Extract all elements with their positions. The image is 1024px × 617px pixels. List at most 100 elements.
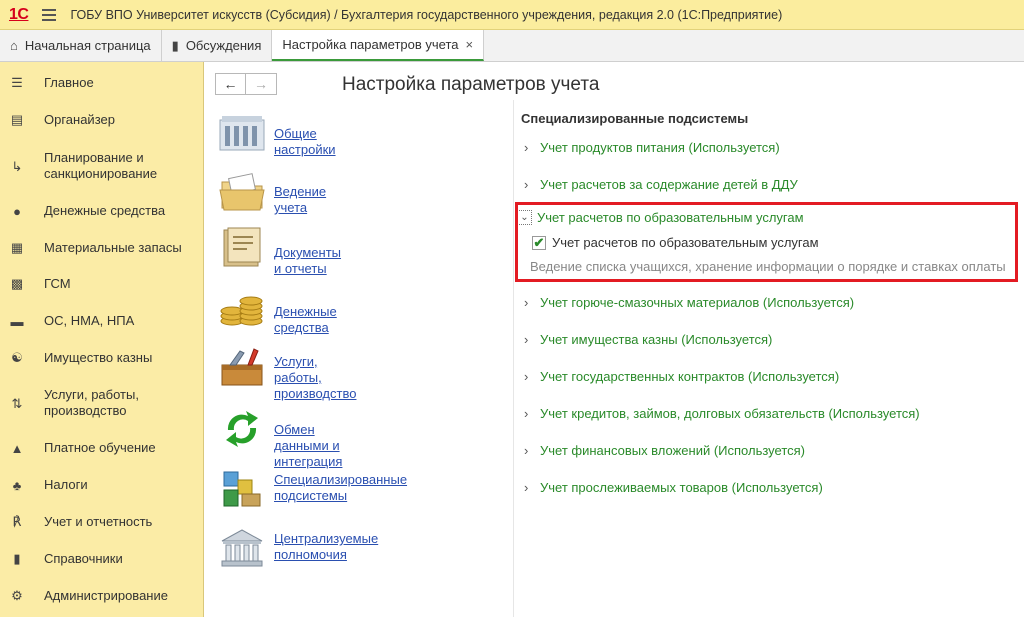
chevron-right-icon: › [524, 177, 529, 192]
temple-icon [221, 529, 263, 567]
section-link[interactable]: Ведение учета [274, 184, 326, 216]
folder-icon [219, 173, 265, 211]
section-documents[interactable]: Документы и отчеты [218, 226, 341, 276]
sidebar-item-references[interactable]: ▮ Справочники [0, 550, 204, 568]
subsystem-group-label: Учет расчетов за содержание детей в ДДУ [540, 177, 798, 192]
main-menu-icon[interactable] [42, 8, 57, 21]
sidebar-item-main[interactable]: ☰ Главное [0, 74, 204, 92]
education-settlements-checkbox[interactable]: ✔ [532, 235, 546, 250]
sidebar-item-organizer[interactable]: ▤ Органайзер [0, 111, 204, 129]
tab-discussions[interactable]: ▮ Обсуждения [162, 30, 273, 61]
blocks-icon [223, 471, 261, 507]
subsystem-group-label: Учет государственных контрактов (Использ… [540, 369, 840, 384]
section-general-settings[interactable]: Общие настройки [218, 112, 336, 157]
section-link[interactable]: Специализированные подсистемы [274, 472, 407, 504]
sidebar-item-inventory[interactable]: ▦ Материальные запасы [0, 239, 204, 257]
subsystem-group-label: Учет горюче-смазочных материалов (Исполь… [540, 295, 855, 310]
page-title: Настройка параметров учета [342, 74, 600, 95]
tab-home[interactable]: ⌂ Начальная страница [0, 30, 162, 61]
sync-icon [226, 411, 258, 447]
organizer-icon: ▤ [10, 112, 24, 127]
chevron-right-icon: › [524, 443, 529, 458]
tab-settings[interactable]: Настройка параметров учета × [272, 30, 485, 61]
sidebar-item-paid-education[interactable]: ▲ Платное обучение [0, 439, 204, 457]
documents-icon [223, 227, 261, 267]
sidebar-item-administration[interactable]: ⚙ Администрирование [0, 587, 204, 605]
chevron-right-icon: › [524, 140, 529, 155]
sidebar-item-label: Учет и отчетность [44, 514, 153, 529]
close-icon[interactable]: × [466, 37, 474, 52]
subsystem-group[interactable]: › Учет государственных контрактов (Исполь… [524, 369, 839, 384]
subsystem-group[interactable]: › Учет прослеживаемых товаров (Использует… [524, 480, 823, 495]
section-accounting[interactable]: Ведение учета [218, 172, 326, 215]
back-button[interactable]: ← [215, 73, 246, 95]
chat-icon: ▮ [171, 37, 179, 53]
sidebar-item-services[interactable]: ⇅ Услуги, работы, производство [0, 387, 204, 419]
1c-logo: 1С [9, 5, 29, 23]
money-icon: ● [13, 203, 21, 219]
sidebar-item-reporting[interactable]: ℟ Учет и отчетность [0, 513, 204, 531]
section-link[interactable]: Обмен данными и интеграция [274, 422, 342, 470]
chevron-down-icon[interactable]: ⌄ [517, 210, 532, 225]
subsystem-group[interactable]: › Учет кредитов, займов, долговых обязате… [524, 406, 920, 421]
menu-icon: ☰ [11, 75, 23, 90]
nav-buttons: ← → [215, 73, 277, 95]
sidebar-item-assets[interactable]: ▬ ОС, НМА, НПА [0, 312, 204, 330]
tab-discussions-label: Обсуждения [185, 38, 262, 53]
subsystem-group[interactable]: › Учет имущества казны (Используется) [524, 332, 772, 347]
section-specialized-subsystems[interactable]: Специализированные подсистемы [218, 468, 407, 510]
gear-icon: ⚙ [11, 588, 23, 603]
sidebar-item-label: Материальные запасы [44, 240, 182, 255]
title-bar: 1С ГОБУ ВПО Университет искусств (Субсид… [0, 0, 1024, 30]
subsystem-group-expanded[interactable]: ⌄ Учет расчетов по образовательным услуг… [517, 210, 804, 225]
home-icon: ⌂ [10, 38, 18, 53]
education-settlements-checkbox-row[interactable]: ✔ Учет расчетов по образовательным услуг… [532, 235, 819, 250]
toolbox-icon [221, 348, 263, 386]
graduation-icon: ▲ [10, 440, 24, 456]
subsystem-group[interactable]: › Учет продуктов питания (Используется) [524, 140, 780, 155]
section-data-exchange[interactable]: Обмен данными и интеграция [218, 408, 342, 469]
section-money[interactable]: Денежные средства [218, 287, 337, 335]
subsystem-group-label: Учет финансовых вложений (Используется) [540, 443, 806, 458]
section-link[interactable]: Централизуемые полномочия [274, 531, 378, 563]
sidebar-item-label: Главное [44, 75, 94, 90]
sidebar-item-label: Справочники [44, 551, 123, 566]
inventory-icon: ▦ [10, 240, 24, 255]
sidebar-item-taxes[interactable]: ♣ Налоги [0, 476, 204, 494]
subsystem-group-label: Учет расчетов по образовательным услугам [537, 210, 804, 225]
section-centralized-powers[interactable]: Централизуемые полномочия [218, 527, 378, 569]
subsystem-group[interactable]: › Учет расчетов за содержание детей в ДДУ [524, 177, 798, 192]
section-link[interactable]: Общие настройки [274, 126, 336, 158]
section-link[interactable]: Денежные средства [274, 304, 337, 336]
sidebar-item-label: ГСМ [44, 276, 71, 291]
sidebar-item-money[interactable]: ● Денежные средства [0, 202, 204, 220]
subsystem-group-label: Учет кредитов, займов, долговых обязател… [540, 406, 920, 421]
tab-settings-label: Настройка параметров учета [282, 37, 459, 52]
subsystem-group[interactable]: › Учет финансовых вложений (Используется) [524, 443, 805, 458]
chevron-right-icon: › [524, 295, 529, 310]
sidebar-item-fuel[interactable]: ▩ ГСМ [0, 275, 204, 293]
sidebar-item-label: Органайзер [44, 112, 115, 127]
section-link[interactable]: Документы и отчеты [274, 245, 341, 277]
subsystem-group[interactable]: › Учет горюче-смазочных материалов (Испол… [524, 295, 854, 310]
coins-icon [220, 296, 263, 326]
forward-button[interactable]: → [246, 73, 277, 95]
taxes-icon: ♣ [12, 477, 22, 493]
subsystem-description: Ведение списка учащихся, хранение информ… [530, 259, 1006, 274]
sidebar-item-label: Планирование и санкционирование [44, 150, 158, 181]
sidebar-item-label: Денежные средства [44, 203, 166, 218]
treasury-icon: ☯ [11, 350, 23, 365]
sidebar-item-planning[interactable]: ↳ Планирование и санкционирование [0, 150, 204, 182]
section-link[interactable]: Услуги, работы, производство [274, 354, 356, 402]
chevron-right-icon: › [524, 332, 529, 347]
checkbox-label: Учет расчетов по образовательным услугам [552, 235, 819, 250]
sidebar-item-treasury[interactable]: ☯ Имущество казны [0, 349, 204, 367]
book-icon: ▮ [13, 551, 21, 566]
window-title: ГОБУ ВПО Университет искусств (Субсидия)… [70, 7, 783, 22]
subsystem-group-label: Учет прослеживаемых товаров (Используетс… [540, 480, 823, 495]
chevron-right-icon: › [524, 406, 529, 421]
tabs-bar: ⌂ Начальная страница ▮ Обсуждения Настро… [0, 30, 1024, 62]
sidebar-item-label: Платное обучение [44, 440, 156, 455]
section-services[interactable]: Услуги, работы, производство [218, 347, 356, 401]
sidebar-item-label: Услуги, работы, производство [44, 387, 139, 418]
